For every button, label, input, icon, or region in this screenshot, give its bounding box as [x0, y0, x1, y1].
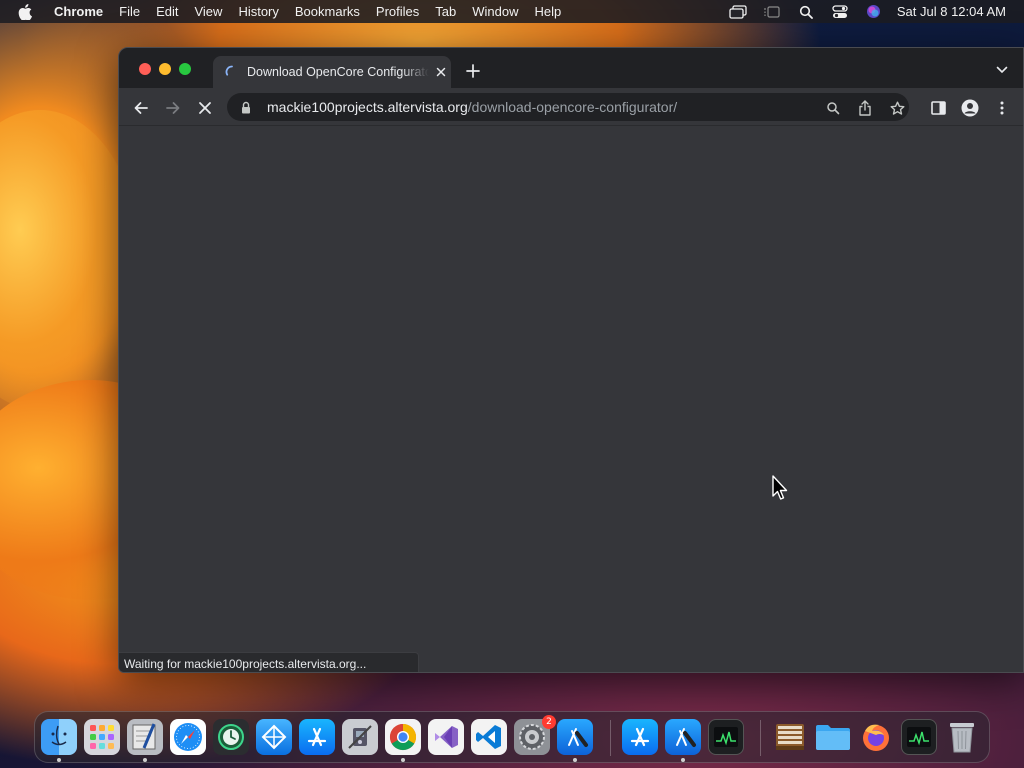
dock-trash-icon[interactable] — [944, 719, 980, 755]
tab-active[interactable]: Download OpenCore Configurator — [213, 56, 451, 88]
running-indicator — [57, 758, 61, 762]
page-content[interactable]: Waiting for mackie100projects.altervista… — [119, 127, 1023, 672]
dock-app-store-icon[interactable] — [299, 719, 335, 755]
browser-toolbar: mackie100projects.altervista.org/downloa… — [119, 88, 1023, 126]
dock-activity-monitor-icon[interactable] — [901, 719, 937, 755]
dock-time-machine-icon[interactable] — [213, 719, 249, 755]
menu-history[interactable]: History — [230, 4, 286, 19]
dock-safari-icon[interactable] — [170, 719, 206, 755]
menu-profiles[interactable]: Profiles — [368, 4, 427, 19]
dock-firefox-icon[interactable] — [858, 719, 894, 755]
dock-system-info-icon[interactable] — [342, 719, 378, 755]
screen-mirroring-icon[interactable] — [729, 4, 747, 19]
dock-separator — [610, 720, 611, 756]
dock-chrome-icon[interactable] — [385, 719, 421, 755]
menu-bar-clock[interactable]: Sat Jul 8 12:04 AM — [897, 4, 1006, 19]
dock-archive-icon[interactable] — [772, 719, 808, 755]
dock-xcode-icon[interactable] — [557, 719, 593, 755]
siri-icon[interactable] — [865, 5, 883, 19]
notification-badge: 2 — [542, 715, 556, 729]
running-indicator — [143, 758, 147, 762]
menu-window[interactable]: Window — [464, 4, 526, 19]
dock-app-store-icon[interactable] — [622, 719, 658, 755]
dock-network-icon[interactable] — [256, 719, 292, 755]
menu-file[interactable]: File — [111, 4, 148, 19]
menu-help[interactable]: Help — [527, 4, 570, 19]
dock-vscode-icon[interactable] — [471, 719, 507, 755]
bookmark-star-icon[interactable] — [889, 100, 905, 116]
status-bubble: Waiting for mackie100projects.altervista… — [119, 652, 419, 672]
loading-spinner-icon — [225, 65, 239, 79]
running-indicator — [401, 758, 405, 762]
apple-menu-icon[interactable] — [18, 3, 36, 20]
dock-activity-monitor-icon[interactable] — [708, 719, 744, 755]
new-tab-icon[interactable] — [465, 63, 481, 79]
dock-script-editor-icon[interactable] — [127, 719, 163, 755]
dock-visual-studio-icon[interactable] — [428, 719, 464, 755]
menu-edit[interactable]: Edit — [148, 4, 186, 19]
spotlight-search-icon[interactable] — [797, 5, 815, 19]
window-minimize-button[interactable] — [159, 63, 171, 75]
running-indicator — [573, 758, 577, 762]
url-path: /download-opencore-configurator/ — [467, 99, 678, 115]
dock-system-preferences-icon[interactable]: 2 — [514, 715, 556, 755]
dock-folder-icon[interactable] — [815, 719, 851, 755]
menu-view[interactable]: View — [186, 4, 230, 19]
window-zoom-button[interactable] — [179, 63, 191, 75]
window-close-button[interactable] — [139, 63, 151, 75]
url-host: mackie100projects.altervista.org — [267, 99, 468, 115]
menu-tab[interactable]: Tab — [427, 4, 464, 19]
dock-xcode-icon[interactable] — [665, 719, 701, 755]
browser-window: Download OpenCore Configurator mackie100… — [118, 47, 1024, 673]
control-center-icon[interactable] — [831, 4, 849, 19]
dock-launchpad-icon[interactable] — [84, 719, 120, 755]
back-arrow-icon[interactable] — [131, 98, 151, 118]
menu-bar: Chrome File Edit View History Bookmarks … — [0, 0, 1024, 23]
search-icon[interactable] — [825, 100, 841, 116]
running-indicator — [681, 758, 685, 762]
lock-icon[interactable] — [241, 100, 253, 114]
dock: 2 — [34, 711, 990, 763]
stage-manager-icon[interactable] — [763, 5, 781, 19]
address-bar[interactable]: mackie100projects.altervista.org/downloa… — [227, 93, 909, 121]
side-panel-icon[interactable] — [929, 99, 947, 117]
tab-close-icon[interactable] — [433, 64, 449, 80]
tab-strip: Download OpenCore Configurator — [119, 48, 1023, 88]
dock-finder-icon[interactable] — [41, 719, 77, 755]
dock-separator — [760, 720, 761, 756]
share-icon[interactable] — [857, 100, 873, 116]
profile-avatar-icon[interactable] — [961, 99, 979, 117]
menu-app-name[interactable]: Chrome — [52, 4, 111, 19]
menu-bookmarks[interactable]: Bookmarks — [287, 4, 368, 19]
stop-loading-icon[interactable] — [195, 98, 215, 118]
tab-title: Download OpenCore Configurator — [247, 65, 429, 79]
forward-arrow-icon[interactable] — [163, 98, 183, 118]
mouse-pointer-icon — [772, 475, 790, 501]
tab-search-chevron-down-icon[interactable] — [995, 64, 1009, 76]
more-vertical-icon[interactable] — [993, 99, 1011, 117]
